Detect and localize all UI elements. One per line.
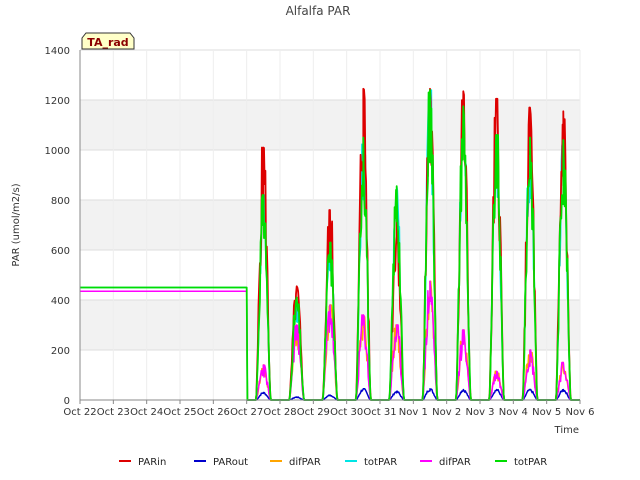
x-axis-title: Time bbox=[554, 425, 579, 436]
x-tick-label: Oct 30 bbox=[330, 407, 363, 418]
x-tick-label: Nov 4 bbox=[499, 407, 528, 418]
y-tick-label: 200 bbox=[51, 346, 70, 357]
legend-item: difPAR bbox=[270, 457, 321, 468]
y-tick-label: 1400 bbox=[45, 46, 70, 57]
x-tick-label: Oct 28 bbox=[263, 407, 296, 418]
x-tick-labels: Oct 22 Oct 23 Oct 24 Oct 25 Oct 26 Oct 27 Oct … bbox=[63, 400, 595, 418]
legend-label: difPAR bbox=[439, 457, 471, 468]
y-tick-label: 400 bbox=[51, 296, 70, 307]
legend-item: PARout bbox=[194, 457, 248, 468]
x-tick-label: Oct 26 bbox=[197, 407, 230, 418]
y-tick-label: 800 bbox=[51, 196, 70, 207]
chart-title: Alfalfa PAR bbox=[286, 4, 351, 18]
legend-label: totPAR bbox=[514, 457, 547, 468]
x-tick-label: Oct 31 bbox=[363, 407, 396, 418]
x-tick-label: Oct 24 bbox=[130, 407, 163, 418]
x-tick-label: Oct 22 bbox=[63, 407, 96, 418]
x-tick-label: Nov 3 bbox=[465, 407, 494, 418]
legend-label: PARout bbox=[213, 457, 248, 468]
legend-item: totPAR bbox=[495, 457, 547, 468]
legend-item: totPAR bbox=[345, 457, 397, 468]
y-tick-label: 0 bbox=[64, 396, 70, 407]
grid-band bbox=[80, 100, 580, 150]
x-tick-label: Oct 29 bbox=[297, 407, 330, 418]
y-tick-label: 1200 bbox=[45, 96, 70, 107]
legend-label: PARin bbox=[138, 457, 166, 468]
x-tick-label: Nov 2 bbox=[432, 407, 461, 418]
x-tick-label: Nov 1 bbox=[399, 407, 428, 418]
legend-label: difPAR bbox=[289, 457, 321, 468]
legend-label: totPAR bbox=[364, 457, 397, 468]
y-tick-label: 600 bbox=[51, 246, 70, 257]
legend: PARin PARout difPAR totPAR difPAR totPAR bbox=[119, 457, 547, 468]
annotation-box: TA_rad bbox=[81, 32, 135, 50]
legend-item: PARin bbox=[119, 457, 166, 468]
x-tick-label: Oct 25 bbox=[163, 407, 196, 418]
y-tick-label: 1000 bbox=[45, 146, 70, 157]
annotation-label: TA_rad bbox=[87, 36, 128, 49]
y-axis-title: PAR (umol/m2/s) bbox=[11, 183, 22, 266]
x-tick-label: Nov 6 bbox=[565, 407, 594, 418]
chart: Alfalfa PAR 0 200 400 600 800 1000 1200 1400 Oc… bbox=[11, 4, 595, 468]
x-tick-label: Oct 27 bbox=[230, 407, 263, 418]
x-tick-label: Oct 23 bbox=[97, 407, 130, 418]
legend-item: difPAR bbox=[420, 457, 471, 468]
x-tick-label: Nov 5 bbox=[532, 407, 561, 418]
y-tick-labels: 0 200 400 600 800 1000 1200 1400 bbox=[45, 46, 70, 407]
